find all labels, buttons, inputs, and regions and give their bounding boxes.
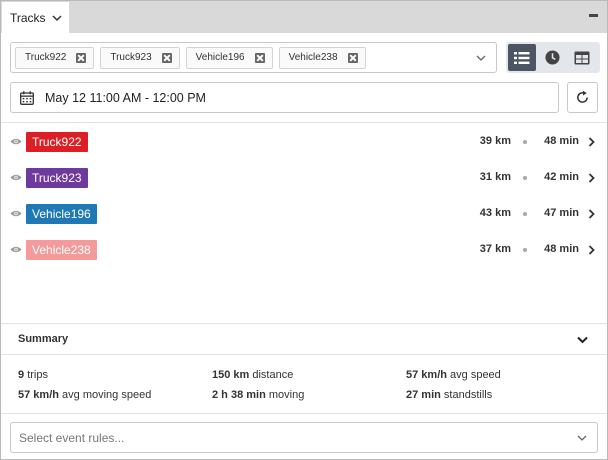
chevron-right-icon[interactable]: [588, 173, 595, 183]
refresh-button[interactable]: [567, 82, 598, 113]
track-name-badge: Vehicle238: [26, 240, 97, 260]
stat-label: moving: [268, 389, 305, 401]
stat-label: distance: [252, 369, 294, 381]
track-distance: 39 km: [479, 135, 511, 147]
track-row[interactable]: Vehicle238 37 km 48 min: [1, 238, 607, 262]
filter-tag-label: Truck922: [25, 52, 67, 63]
chevron-right-icon[interactable]: [588, 209, 595, 219]
track-row[interactable]: Vehicle196 43 km 47 min: [1, 202, 607, 226]
track-name-badge: Truck923: [26, 168, 88, 188]
chevron-right-icon[interactable]: [588, 137, 595, 147]
chevron-down-icon: [577, 435, 587, 441]
vehicle-filter-select[interactable]: Truck922 Truck923 Vehicle196 Vehicle238: [10, 42, 497, 73]
filter-tag: Vehicle196: [185, 46, 273, 69]
track-distance: 31 km: [479, 171, 511, 183]
chevron-down-icon[interactable]: [577, 336, 588, 344]
tracks-tab-label: Tracks: [10, 10, 46, 25]
clock-icon: [544, 50, 560, 65]
remove-tag-icon[interactable]: [76, 52, 87, 63]
summary-stat-avg-speed: 57 km/h avg speed: [406, 369, 501, 381]
stat-value: 150 km: [212, 369, 250, 381]
list-icon: [514, 51, 530, 64]
track-row[interactable]: Truck923 31 km 42 min: [1, 166, 607, 190]
stat-value: 2 h 38 min: [212, 389, 266, 401]
date-range-picker[interactable]: May 12 11:00 AM - 12:00 PM: [10, 82, 559, 113]
timeline-view-button[interactable]: [538, 44, 566, 71]
track-distance: 43 km: [479, 207, 511, 219]
table-icon: [574, 51, 590, 64]
chevron-down-icon[interactable]: [476, 53, 486, 63]
track-duration: 48 min: [544, 243, 579, 255]
stat-value: 57 km/h: [18, 389, 59, 401]
eye-icon[interactable]: [10, 137, 22, 146]
separator-dot: [523, 212, 527, 216]
filter-tag: Vehicle238: [278, 46, 366, 69]
filter-tag-label: Vehicle196: [195, 52, 245, 63]
summary-title: Summary: [18, 333, 69, 345]
minimize-icon[interactable]: [589, 14, 598, 17]
filter-tag-label: Vehicle238: [288, 52, 338, 63]
summary-header[interactable]: Summary: [1, 324, 607, 354]
calendar-icon: [20, 90, 34, 105]
summary-stat-standstills: 27 min standstills: [406, 389, 492, 401]
list-view-button[interactable]: [508, 44, 536, 71]
filter-tag: Truck923: [100, 46, 180, 69]
stat-label: trips: [27, 369, 48, 381]
filter-tag-label: Truck923: [110, 52, 152, 63]
separator-dot: [523, 248, 527, 252]
summary-stat-moving: 2 h 38 min moving: [212, 389, 304, 401]
divider: [1, 354, 607, 355]
stat-value: 9: [18, 369, 25, 381]
tracks-panel: Tracks Truck922 Truck923 Vehicle196 Vehi…: [0, 0, 608, 460]
table-view-button[interactable]: [568, 44, 596, 71]
chevron-down-icon: [52, 14, 62, 21]
track-row[interactable]: Truck922 39 km 48 min: [1, 130, 607, 154]
track-duration: 48 min: [544, 135, 579, 147]
divider: [1, 122, 607, 123]
track-distance: 37 km: [479, 243, 511, 255]
eye-icon[interactable]: [10, 173, 22, 182]
separator-dot: [523, 140, 527, 144]
summary-stat-distance: 150 km distance: [212, 369, 293, 381]
date-range-value: May 12 11:00 AM - 12:00 PM: [45, 90, 206, 105]
refresh-icon: [577, 90, 588, 103]
summary-stat-avg-moving-speed: 57 km/h avg moving speed: [18, 389, 151, 401]
remove-tag-icon[interactable]: [347, 52, 358, 63]
panel-header: Tracks: [1, 1, 607, 33]
stat-value: 57 km/h: [406, 369, 447, 381]
track-name-badge: Truck922: [26, 132, 88, 152]
event-rules-placeholder: Select event rules...: [19, 430, 125, 445]
eye-icon[interactable]: [10, 245, 22, 254]
track-duration: 47 min: [544, 207, 579, 219]
track-duration: 42 min: [544, 171, 579, 183]
event-rules-select[interactable]: Select event rules...: [10, 422, 598, 453]
remove-tag-icon[interactable]: [254, 52, 265, 63]
summary-stat-trips: 9 trips: [18, 369, 48, 381]
eye-icon[interactable]: [10, 209, 22, 218]
track-name-badge: Vehicle196: [26, 204, 97, 224]
separator-dot: [523, 176, 527, 180]
view-mode-toggle: [506, 42, 600, 73]
stat-label: avg speed: [450, 369, 501, 381]
stat-label: standstills: [443, 389, 493, 401]
tracks-tab[interactable]: Tracks: [2, 2, 69, 33]
divider: [1, 413, 607, 414]
chevron-right-icon[interactable]: [588, 245, 595, 255]
stat-value: 27 min: [406, 389, 441, 401]
stat-label: avg moving speed: [62, 389, 152, 401]
filter-tag: Truck922: [15, 46, 95, 69]
remove-tag-icon[interactable]: [161, 52, 172, 63]
